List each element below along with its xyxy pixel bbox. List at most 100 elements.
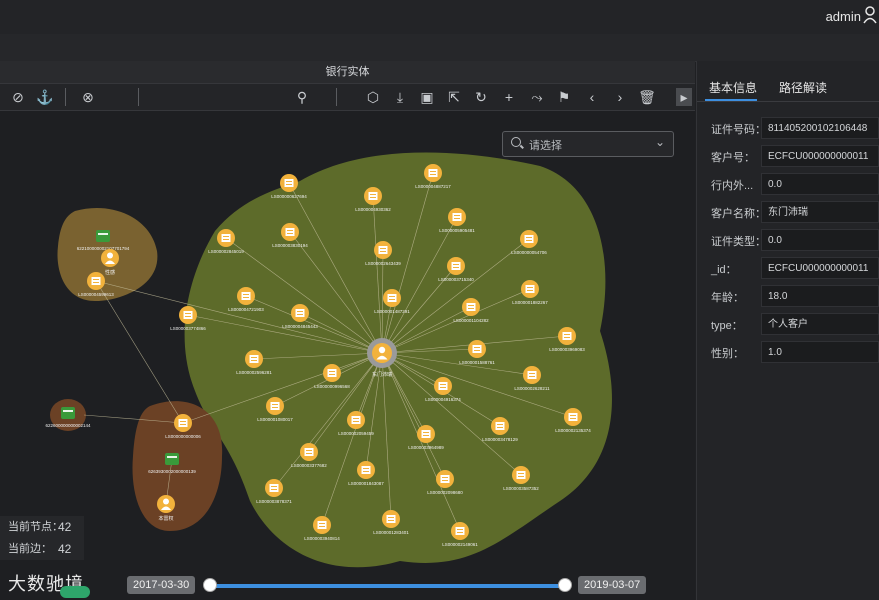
chevron-down-icon: ⌄ (654, 135, 665, 149)
node-label: LS000005905481 (439, 228, 475, 233)
node-label: LS000003878371 (256, 499, 292, 504)
graph-canvas[interactable]: LS000000627694 LS000004930362 LS0000048872… (0, 111, 695, 600)
node-label: LS000001080017 (257, 417, 293, 422)
top-bar: admin (0, 0, 879, 35)
person-head (163, 498, 169, 505)
node-label: LS000002098680 (427, 490, 463, 495)
node-label: LS000002135374 (555, 428, 591, 433)
prop-value[interactable]: 1.0 (761, 341, 879, 363)
save-icon[interactable]: ▣ (418, 88, 436, 106)
active-tab-indicator (705, 99, 757, 101)
clear-icon[interactable]: ⊗ (79, 88, 97, 106)
prop-value[interactable]: 东门沛瑞 (761, 201, 879, 223)
prop-value[interactable]: ECFCU000000000011 (761, 257, 879, 279)
play-toggle[interactable] (60, 586, 90, 598)
document-glyph (428, 169, 438, 177)
card-stripe (63, 410, 73, 412)
prop-row: 客户名称： 东门沛瑞 (697, 199, 879, 227)
settings-icon[interactable]: ⬡ (364, 88, 382, 106)
secondary-bar (0, 34, 879, 62)
prop-value[interactable]: 个人客户 (761, 313, 879, 335)
document-glyph (284, 179, 294, 187)
search-icon (511, 137, 521, 147)
graph-svg[interactable]: LS000000627694 LS000004930362 LS0000048872… (0, 111, 695, 600)
node-label: LS000004930362 (355, 207, 391, 212)
delete-icon[interactable]: 🗑 (638, 88, 656, 106)
timeline-start-handle[interactable] (203, 578, 217, 592)
prop-value[interactable]: 0.0 (761, 229, 879, 251)
node-label: LS000000000006 (165, 434, 201, 439)
prop-row: 性别： 1.0 (697, 339, 879, 367)
person-head (378, 346, 386, 354)
prop-label: 行内外... (711, 180, 754, 192)
prop-label: 性别： (711, 348, 744, 360)
prop-row: 客户号： ECFCU000000000011 (697, 143, 879, 171)
node-label: LS000003377682 (291, 463, 327, 468)
document-glyph (295, 309, 305, 317)
node-count-label: 当前节点： (8, 521, 63, 533)
tab-basic-info[interactable]: 基本信息 (709, 79, 757, 96)
node-label: LS000001882267 (512, 300, 548, 305)
next-icon[interactable]: › (611, 88, 629, 106)
prop-value[interactable]: 0.0 (761, 173, 879, 195)
refresh-icon[interactable]: ↻ (472, 88, 490, 106)
document-glyph (455, 527, 465, 535)
search-placeholder: 请选择 (529, 140, 562, 152)
graph-toolbar: ⊘ ⚓ ⊗ ⚲ ⬡ ⤓ ▣ ⇱ ↻ + ⤳ ⚑ ‹ › 🗑 ▸ (0, 84, 695, 111)
timeline-end-label: 2019-03-07 (578, 576, 647, 594)
card-icon (96, 230, 110, 242)
document-glyph (525, 285, 535, 293)
node-label: LS000002149061 (442, 542, 478, 547)
node-label: LS000003587352 (503, 486, 539, 491)
download-icon[interactable]: ⤓ (391, 88, 409, 106)
username[interactable]: admin (826, 9, 861, 24)
document-glyph (221, 234, 231, 242)
prop-value[interactable]: 811405200102106448 (761, 117, 879, 139)
flag-icon[interactable]: ⚑ (555, 88, 573, 106)
card-stripe (98, 233, 108, 235)
export-icon[interactable]: ⇱ (445, 88, 463, 106)
anchor-icon[interactable]: ⚓ (36, 88, 54, 106)
document-glyph (472, 345, 482, 353)
person-node[interactable]: 本雷权 (157, 495, 175, 522)
timeline-track[interactable] (209, 584, 564, 588)
document-glyph (327, 369, 337, 377)
document-glyph (386, 515, 396, 523)
prev-icon[interactable]: ‹ (583, 88, 601, 106)
tab-path-analysis[interactable]: 路径解读 (779, 79, 827, 96)
document-glyph (241, 292, 251, 300)
path-icon[interactable]: ⤳ (528, 88, 546, 106)
document-glyph (270, 402, 280, 410)
node-label: LS000003969083 (549, 347, 585, 352)
timeline-end-handle[interactable] (558, 578, 572, 592)
node-count-value: 42 (58, 520, 72, 534)
node-label: LS000003774866 (170, 326, 206, 331)
document-glyph (387, 294, 397, 302)
document-glyph (304, 448, 314, 456)
edge-count-value: 42 (58, 542, 72, 556)
document-glyph (183, 311, 193, 319)
prop-row: 证件类型： 0.0 (697, 227, 879, 255)
document-glyph (361, 466, 371, 474)
user-icon[interactable] (863, 6, 879, 24)
node-label: LS000003478129 (482, 437, 518, 442)
prop-label: 年龄： (711, 292, 744, 304)
person-head (107, 252, 113, 259)
document-glyph (178, 419, 188, 427)
search-select[interactable]: 请选择 ⌄ (502, 131, 674, 157)
prop-value[interactable]: ECFCU000000000011 (761, 145, 879, 167)
add-icon[interactable]: + (500, 88, 518, 106)
collapse-panel-icon[interactable]: ▸ (676, 88, 692, 106)
filter-icon[interactable]: ⚲ (293, 88, 311, 106)
document-glyph (568, 413, 578, 421)
compass-icon[interactable]: ⊘ (9, 88, 27, 106)
document-glyph (368, 192, 378, 200)
node-label: LS000004887217 (415, 184, 451, 189)
card-icon (61, 407, 75, 419)
card-icon (165, 453, 179, 465)
prop-label: 证件类型： (711, 236, 766, 248)
prop-value[interactable]: 18.0 (761, 285, 879, 307)
document-glyph (91, 277, 101, 285)
prop-row: _id： ECFCU000000000011 (697, 255, 879, 283)
prop-label: 客户名称： (711, 208, 766, 220)
